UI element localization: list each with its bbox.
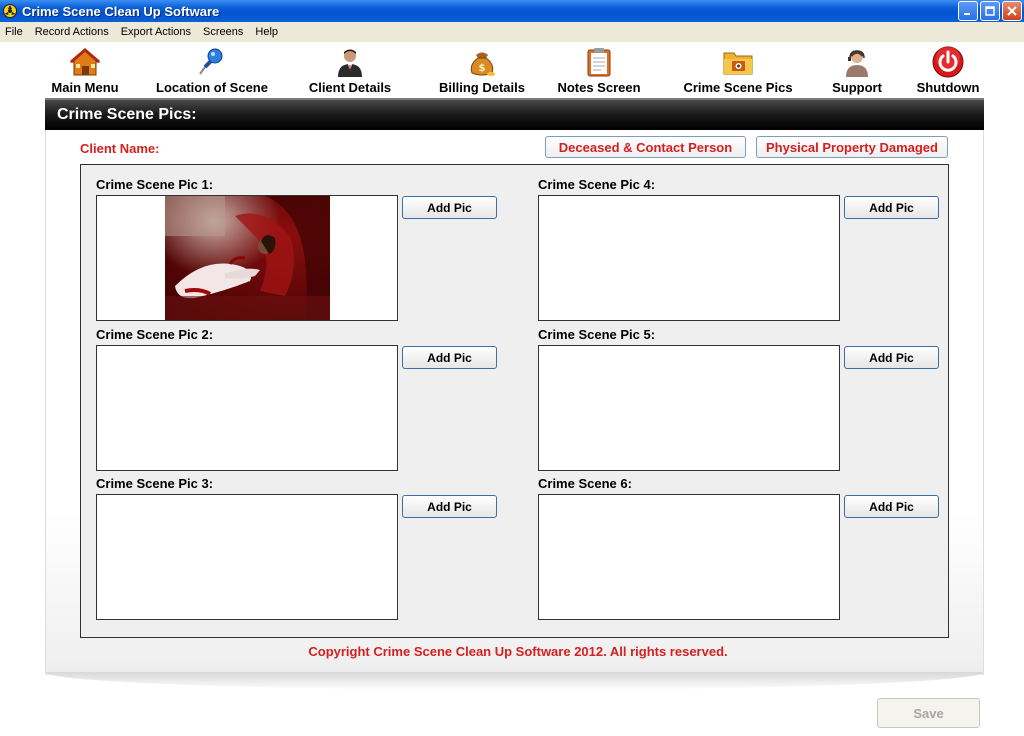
minimize-icon <box>964 13 970 15</box>
add-pic-3-button[interactable]: Add Pic <box>402 495 497 518</box>
maximize-icon <box>985 6 995 16</box>
section-header: Crime Scene Pics: <box>45 98 984 130</box>
toolbar-label: Shutdown <box>916 80 980 95</box>
menu-export-actions[interactable]: Export Actions <box>115 26 197 38</box>
toolbar-label: Location of Scene <box>156 80 268 95</box>
pic-4-label: Crime Scene Pic 4: <box>538 177 656 192</box>
person-icon <box>333 46 367 78</box>
pushpin-icon <box>195 46 229 78</box>
menu-record-actions[interactable]: Record Actions <box>29 26 115 38</box>
toolbar-client-details[interactable]: Client Details <box>306 46 394 98</box>
pic-1-box <box>96 195 398 321</box>
save-button[interactable]: Save <box>877 698 980 728</box>
copyright-text: Copyright Crime Scene Clean Up Software … <box>308 644 728 659</box>
pic-3-label: Crime Scene Pic 3: <box>96 476 214 491</box>
toolbar-label: Billing Details <box>439 80 525 95</box>
pic-3-box <box>96 494 398 620</box>
photo-folder-icon <box>721 46 755 78</box>
add-pic-1-button[interactable]: Add Pic <box>402 196 497 219</box>
add-pic-6-button[interactable]: Add Pic <box>844 495 939 518</box>
deceased-contact-person-button[interactable]: Deceased & Contact Person <box>545 136 746 158</box>
menu-help[interactable]: Help <box>249 26 284 38</box>
toolbar-location-of-scene[interactable]: Location of Scene <box>153 46 271 98</box>
toolbar-main-menu[interactable]: Main Menu <box>48 46 122 98</box>
pic-2-box <box>96 345 398 471</box>
toolbar-label: Notes Screen <box>557 80 641 95</box>
power-icon <box>931 46 965 78</box>
toolbar-billing-details[interactable]: $ Billing Details <box>436 46 528 98</box>
close-button[interactable] <box>1002 1 1022 21</box>
pic-4-box <box>538 195 840 321</box>
toolbar-crime-scene-pics[interactable]: Crime Scene Pics <box>680 46 796 98</box>
pic-1-label: Crime Scene Pic 1: <box>96 177 214 192</box>
toolbar-notes-screen[interactable]: Notes Screen <box>556 46 642 98</box>
biohazard-app-icon <box>2 3 18 19</box>
pic-2-label: Crime Scene Pic 2: <box>96 327 214 342</box>
menu-file[interactable]: File <box>0 26 29 38</box>
house-icon <box>68 46 102 78</box>
add-pic-2-button[interactable]: Add Pic <box>402 346 497 369</box>
maximize-button[interactable] <box>980 1 1000 21</box>
toolbar-label: Client Details <box>308 80 392 95</box>
client-name-label: Client Name: <box>80 141 160 156</box>
menu-screens[interactable]: Screens <box>197 26 249 38</box>
toolbar-label: Main Menu <box>51 80 119 95</box>
toolbar: Main Menu Location of Scene Client Detai… <box>0 42 1024 98</box>
support-agent-icon <box>840 46 874 78</box>
title-bar: Crime Scene Clean Up Software <box>0 0 1024 22</box>
toolbar-shutdown[interactable]: Shutdown <box>912 46 984 98</box>
money-bag-icon: $ <box>465 46 499 78</box>
add-pic-4-button[interactable]: Add Pic <box>844 196 939 219</box>
svg-text:$: $ <box>479 63 486 74</box>
physical-property-damaged-button[interactable]: Physical Property Damaged <box>756 136 948 158</box>
toolbar-label: Crime Scene Pics <box>683 80 793 95</box>
section-title: Crime Scene Pics: <box>57 106 197 123</box>
pic-6-label: Crime Scene 6: <box>538 476 632 491</box>
pic-6-box <box>538 494 840 620</box>
minimize-button[interactable] <box>958 1 978 21</box>
toolbar-support[interactable]: Support <box>828 46 886 98</box>
menu-bar: File Record Actions Export Actions Scree… <box>0 22 1024 42</box>
panel-shadow <box>45 672 984 690</box>
clipboard-icon <box>582 46 616 78</box>
pic-5-box <box>538 345 840 471</box>
toolbar-label: Support <box>832 80 882 95</box>
window-title: Crime Scene Clean Up Software <box>22 3 220 19</box>
crime-scene-photo <box>165 196 330 320</box>
add-pic-5-button[interactable]: Add Pic <box>844 346 939 369</box>
close-icon <box>1007 6 1017 16</box>
pic-5-label: Crime Scene Pic 5: <box>538 327 656 342</box>
